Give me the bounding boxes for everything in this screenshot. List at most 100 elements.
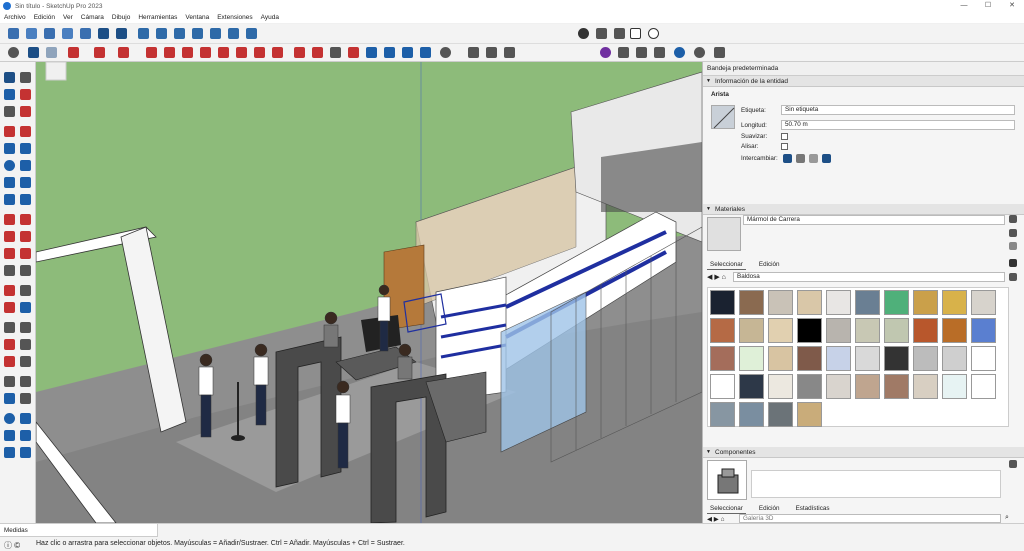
section-icon[interactable] [246, 28, 257, 39]
left-view-icon[interactable] [98, 28, 109, 39]
paint-bucket-icon[interactable] [4, 89, 15, 100]
material-swatch[interactable] [710, 374, 735, 399]
component-description-field[interactable] [751, 470, 1001, 498]
hidden-line-icon[interactable] [156, 28, 167, 39]
material-swatch[interactable] [710, 318, 735, 343]
material-swatch[interactable] [971, 374, 996, 399]
component-tool-icon[interactable] [4, 106, 15, 117]
material-swatch[interactable] [739, 402, 764, 427]
freehand-icon[interactable] [20, 126, 31, 137]
material-swatch[interactable] [739, 290, 764, 315]
material-swatch[interactable] [884, 374, 909, 399]
menu-ventana[interactable]: Ventana [185, 14, 209, 21]
arc3-tool-icon[interactable] [4, 194, 15, 205]
eraser-icon[interactable] [46, 47, 57, 58]
material-swatch[interactable] [826, 346, 851, 371]
pencil-icon[interactable] [68, 47, 79, 58]
rotate-tool-icon[interactable] [4, 231, 15, 242]
geo-location-icon[interactable]: ⓘ [4, 541, 12, 550]
share-icon[interactable] [420, 47, 431, 58]
zoomwin-tool-icon[interactable] [20, 339, 31, 350]
material-swatch[interactable] [710, 402, 735, 427]
extension-icon[interactable] [384, 47, 395, 58]
material-swatch[interactable] [913, 374, 938, 399]
cast-shadow-icon[interactable] [796, 154, 805, 163]
components-nav-icon[interactable]: ◀ ▶ ⌂ [707, 515, 725, 523]
front-view-icon[interactable] [44, 28, 55, 39]
material-name-field[interactable]: Mármol de Carrera [743, 215, 1005, 225]
erase2-icon[interactable] [20, 106, 31, 117]
tab-stats-components[interactable]: Estadísticas [793, 504, 833, 514]
select-arrow-icon[interactable] [28, 47, 39, 58]
material-swatch[interactable] [826, 374, 851, 399]
material-swatch[interactable] [855, 290, 880, 315]
position-camera-tool-icon[interactable] [20, 393, 31, 404]
position-camera-icon[interactable] [674, 47, 685, 58]
length-field[interactable]: 50.70 m [781, 120, 1015, 130]
material-swatch[interactable] [768, 318, 793, 343]
tab-select-materials[interactable]: Seleccionar [707, 260, 746, 270]
material-swatch[interactable] [942, 346, 967, 371]
material-swatch[interactable] [942, 374, 967, 399]
menu-archivo[interactable]: Archivo [4, 14, 26, 21]
right-view-icon[interactable] [62, 28, 73, 39]
textured-icon[interactable] [192, 28, 203, 39]
offset-tool-icon[interactable] [20, 248, 31, 259]
settings-icon[interactable] [694, 47, 705, 58]
lookaround-tool-icon[interactable] [20, 376, 31, 387]
pan-tool-icon[interactable] [20, 322, 31, 333]
lasso-tool-icon[interactable] [20, 72, 31, 83]
monochrome-icon[interactable] [210, 28, 221, 39]
no-symbol-icon[interactable] [648, 28, 659, 39]
measurements-box[interactable]: Medidas [0, 524, 158, 537]
polygon-tool-icon[interactable] [20, 160, 31, 171]
back-view-icon[interactable] [80, 28, 91, 39]
menu-dibujo[interactable]: Dibujo [112, 14, 130, 21]
rect-tool-icon[interactable] [4, 143, 15, 154]
orbit-icon[interactable] [294, 47, 305, 58]
top-view-icon[interactable] [26, 28, 37, 39]
photo-icon[interactable] [654, 47, 665, 58]
material-swatch[interactable] [739, 318, 764, 343]
nav-arrows-icon[interactable]: ◀ ▶ ⌂ [707, 273, 726, 281]
menu-extensiones[interactable]: Extensiones [217, 14, 252, 21]
account-icon[interactable] [440, 47, 451, 58]
offset-icon[interactable] [236, 47, 247, 58]
material-swatch[interactable] [797, 374, 822, 399]
iso-view-icon[interactable] [8, 28, 19, 39]
components-header[interactable]: Componentes [703, 447, 1024, 458]
material-swatch[interactable] [739, 374, 764, 399]
material-swatch[interactable] [884, 346, 909, 371]
menu-edicion[interactable]: Edición [34, 14, 55, 21]
material-swatch[interactable] [768, 290, 793, 315]
material-swatch[interactable] [797, 290, 822, 315]
axes-tool-icon[interactable] [4, 302, 15, 313]
tab-edit-materials[interactable]: Edición [756, 260, 783, 270]
material-swatch[interactable] [942, 318, 967, 343]
material-swatch[interactable] [826, 290, 851, 315]
material-swatch[interactable] [913, 346, 938, 371]
paste-icon[interactable] [486, 47, 497, 58]
material-swatch[interactable] [710, 346, 735, 371]
material-swatch[interactable] [739, 346, 764, 371]
warehouse-icon[interactable] [366, 47, 377, 58]
material-swatch[interactable] [855, 374, 880, 399]
material-swatch[interactable] [884, 290, 909, 315]
orbit-tool-icon[interactable] [4, 322, 15, 333]
arc-icon[interactable] [94, 47, 105, 58]
scale-tool-icon[interactable] [4, 248, 15, 259]
tab-select-components[interactable]: Seleccionar [707, 504, 746, 514]
warehouse-tool-icon[interactable] [4, 413, 15, 424]
zoom-icon[interactable] [8, 47, 19, 58]
minimize-button[interactable]: — [952, 0, 976, 12]
soften-checkbox[interactable] [781, 133, 788, 140]
plus-tool-icon[interactable] [596, 28, 607, 39]
material-swatch[interactable] [768, 346, 793, 371]
close-button[interactable]: ✕ [1000, 0, 1024, 12]
rotated-rect-icon[interactable] [20, 143, 31, 154]
pan-icon[interactable] [312, 47, 323, 58]
menu-ver[interactable]: Ver [63, 14, 73, 21]
material-swatch[interactable] [710, 290, 735, 315]
material-swatch[interactable] [913, 318, 938, 343]
house-icon[interactable] [228, 28, 239, 39]
